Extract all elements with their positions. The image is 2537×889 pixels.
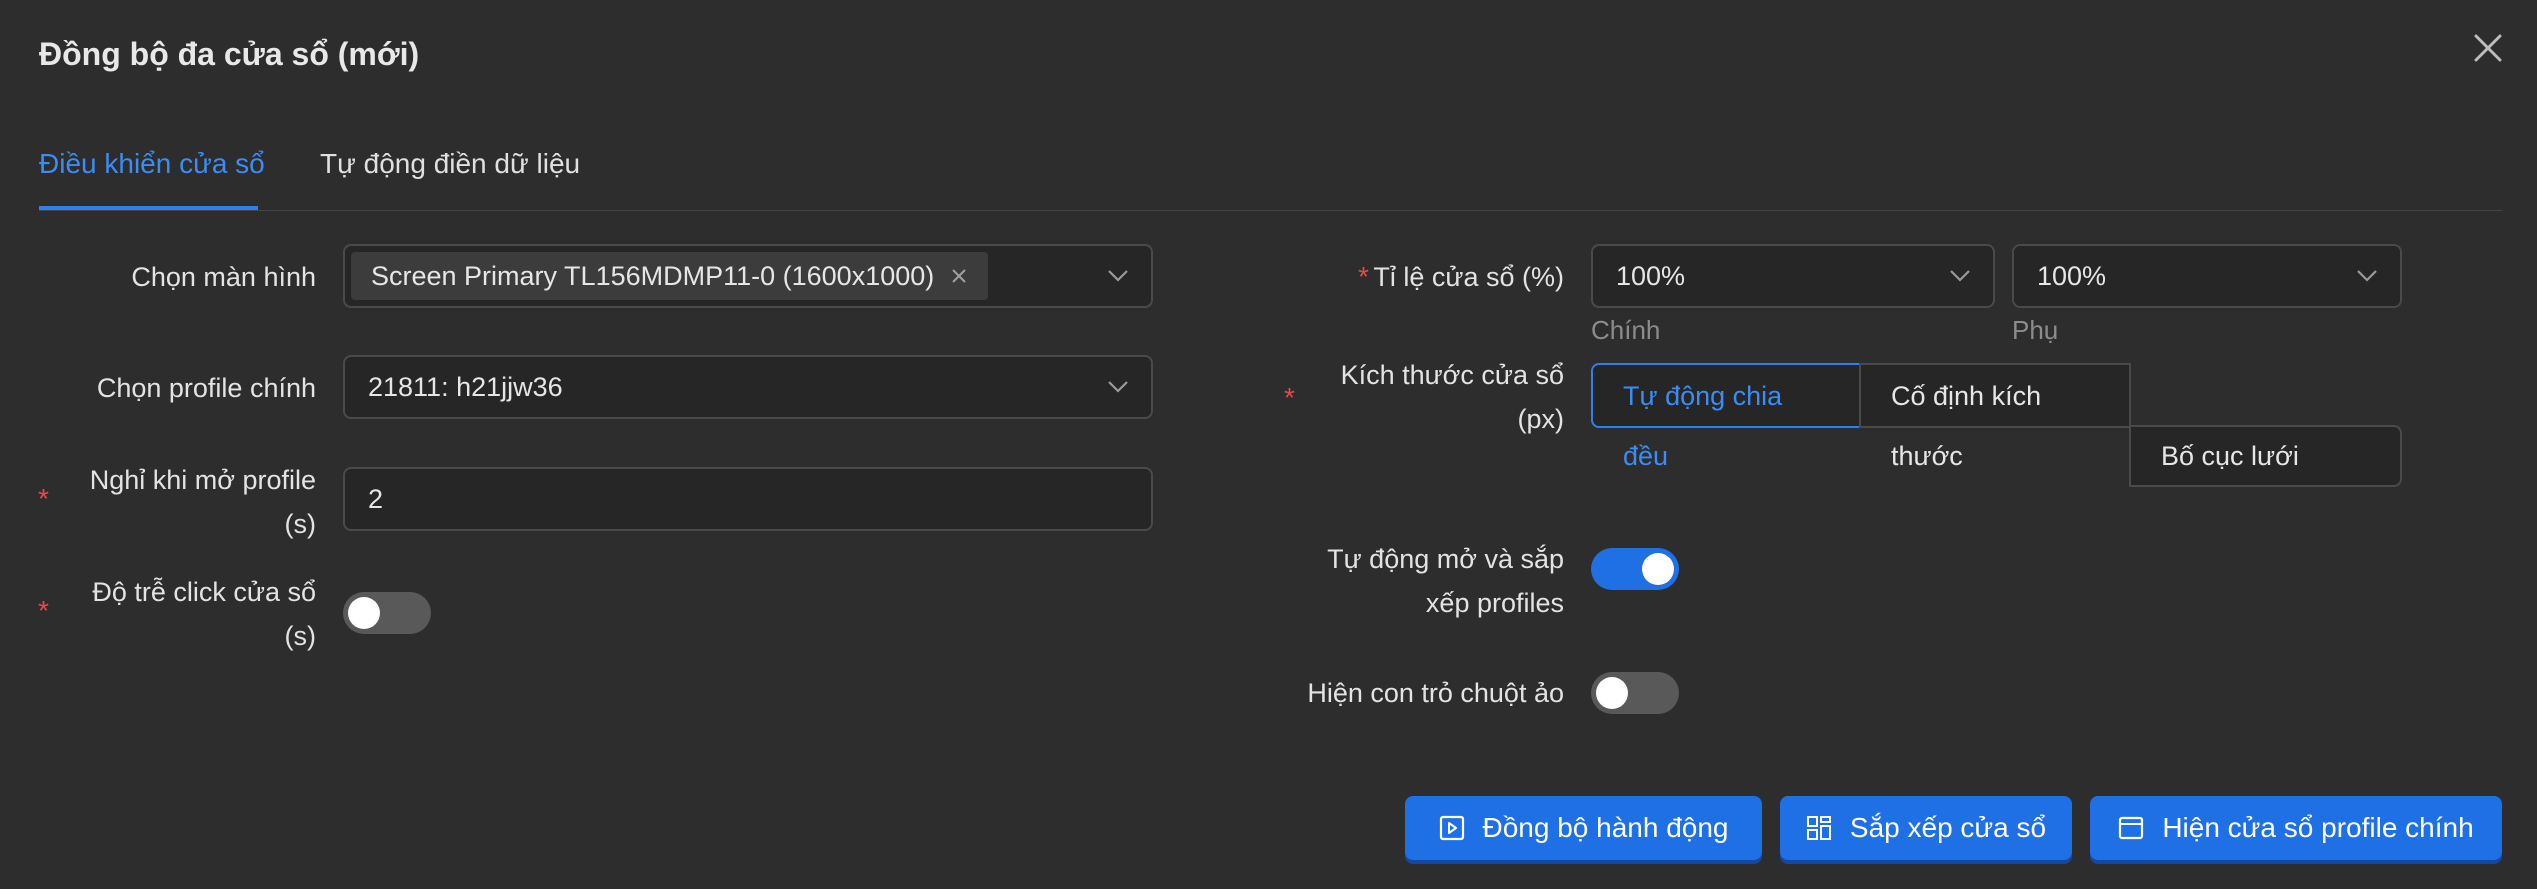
sync-actions-button[interactable]: Đồng bộ hành động: [1405, 796, 1762, 860]
main-ratio-value: 100%: [1616, 260, 1686, 291]
chevron-down-icon: [2357, 270, 2377, 282]
click-delay-label: Độ trễ click cửa sổ (s): [40, 570, 316, 658]
close-icon: [2474, 34, 2502, 62]
virtual-cursor-label: Hiện con trỏ chuột ảo: [1307, 678, 1564, 708]
ratio-label-row: * Tỉ lệ cửa sổ (%): [1292, 255, 1564, 304]
auto-arrange-toggle[interactable]: [1591, 548, 1679, 590]
size-option-auto-line2[interactable]: đều: [1623, 434, 1668, 478]
click-delay-toggle[interactable]: [343, 592, 431, 634]
sub-ratio-hint: Phụ: [2012, 315, 2059, 345]
toggle-knob: [348, 597, 380, 629]
virtual-cursor-toggle[interactable]: [1591, 672, 1679, 714]
window-icon: [2119, 816, 2144, 840]
size-label-line2: (px): [1517, 404, 1565, 434]
auto-arrange-label-line1: Tự động mở và sắp: [1327, 544, 1564, 574]
main-profile-label: Chọn profile chính: [96, 373, 316, 403]
open-delay-label: Nghỉ khi mở profile (s): [40, 458, 316, 546]
screen-label: Chọn màn hình: [131, 262, 316, 292]
chevron-down-icon: [1108, 381, 1128, 393]
toggle-knob: [1642, 553, 1674, 585]
size-label-line1: Kích thước cửa sổ: [1340, 360, 1564, 390]
main-profile-value: 21811: h21jjw36: [368, 371, 563, 402]
sub-ratio-value: 100%: [2037, 260, 2107, 291]
main-ratio-hint: Chính: [1591, 315, 1661, 345]
size-option-auto[interactable]: Tự động chia: [1623, 374, 1782, 418]
open-delay-value: 2: [368, 483, 384, 514]
ratio-label: Tỉ lệ cửa sổ (%): [1373, 262, 1564, 292]
tab-auto-fill[interactable]: Tự động điền dữ liệu: [320, 148, 580, 180]
click-delay-label-line1: Độ trễ click cửa sổ: [92, 577, 316, 607]
open-delay-label-line2: (s): [284, 509, 316, 539]
tab-window-control[interactable]: Điều khiển cửa sổ: [39, 148, 265, 180]
required-mark: *: [1358, 261, 1369, 292]
show-main-window-button[interactable]: Hiện cửa sổ profile chính: [2090, 796, 2502, 860]
tag-remove-button[interactable]: [950, 261, 968, 292]
arrange-windows-label: Sắp xếp cửa sổ: [1849, 812, 2047, 843]
chevron-down-icon: [1108, 270, 1128, 282]
size-label: Kích thước cửa sổ (px): [1300, 353, 1564, 441]
screen-tag-label: Screen Primary TL156MDMP11-0 (1600x1000): [371, 260, 935, 291]
close-button[interactable]: [2468, 28, 2508, 68]
toggle-knob: [1596, 677, 1628, 709]
close-icon: [952, 268, 966, 283]
size-option-fixed-line1: Cố định kích: [1891, 381, 2042, 411]
screen-select[interactable]: Screen Primary TL156MDMP11-0 (1600x1000): [343, 244, 1153, 308]
arrange-windows-button[interactable]: Sắp xếp cửa sổ: [1780, 796, 2072, 860]
open-delay-label-line1: Nghỉ khi mở profile: [89, 465, 316, 495]
size-option-fixed[interactable]: Cố định kích: [1891, 374, 2041, 418]
open-delay-input[interactable]: 2: [343, 467, 1153, 531]
sync-actions-label: Đồng bộ hành động: [1482, 812, 1729, 843]
layout-icon: [1806, 816, 1831, 840]
auto-arrange-label: Tự động mở và sắp xếp profiles: [1250, 537, 1564, 625]
dialog-title: Đồng bộ đa cửa sổ (mới): [39, 36, 420, 72]
chevron-down-icon: [1950, 270, 1970, 282]
size-option-fixed-line2[interactable]: thước: [1891, 434, 1963, 478]
screen-tag: Screen Primary TL156MDMP11-0 (1600x1000): [351, 252, 989, 300]
main-profile-select[interactable]: 21811: h21jjw36: [343, 355, 1153, 419]
tabs-divider: [39, 210, 2502, 211]
show-main-window-label: Hiện cửa sổ profile chính: [2162, 812, 2474, 843]
sub-ratio-select[interactable]: 100%: [2012, 244, 2402, 308]
size-option-auto-line1: Tự động chia: [1623, 381, 1783, 411]
main-ratio-select[interactable]: 100%: [1591, 244, 1995, 308]
size-option-grid[interactable]: Bố cục lưới: [2161, 434, 2299, 478]
click-delay-label-line2: (s): [284, 621, 316, 651]
auto-arrange-label-line2: xếp profiles: [1425, 588, 1564, 618]
required-mark: *: [1284, 382, 1295, 413]
play-square-icon: [1439, 815, 1464, 841]
